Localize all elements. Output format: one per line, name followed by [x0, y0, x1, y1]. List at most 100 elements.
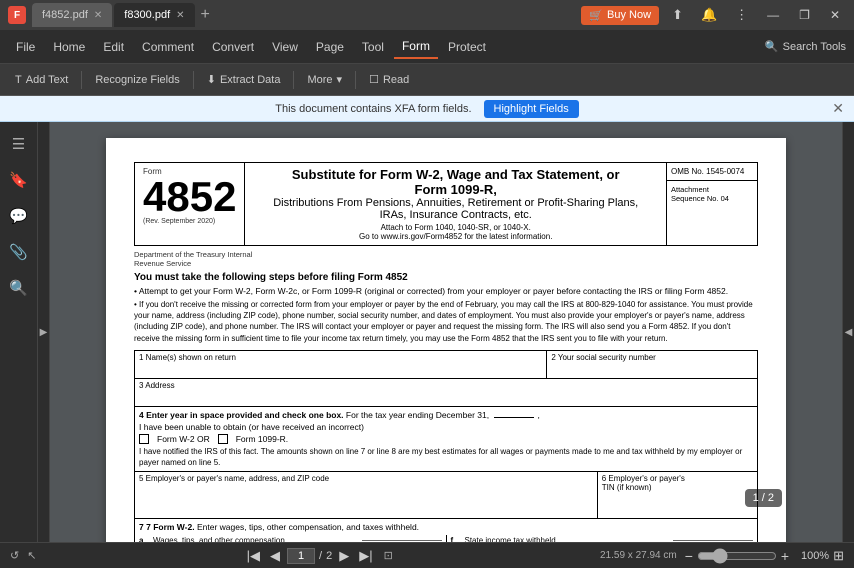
field-row-5-6: 5 Employer's or payer's name, address, a… [134, 471, 758, 519]
sidebar-icon-menu[interactable]: ☰ [7, 130, 30, 158]
add-tab-button[interactable]: + [197, 6, 214, 24]
field-6-label: 6 Employer's or payer's TIN (if known) [602, 474, 753, 492]
dept-box: Department of the Treasury Internal Reve… [134, 250, 758, 268]
chevron-left-icon: ◀ [845, 327, 853, 338]
field-7-header: 7 7 Form W-2. Enter wages, tips, other c… [139, 522, 753, 532]
notification-button[interactable]: 🔔 [696, 5, 722, 25]
menu-protect[interactable]: Protect [440, 36, 494, 58]
last-page-button[interactable]: ▶| [356, 547, 375, 565]
xfa-close-button[interactable]: ✕ [832, 100, 844, 117]
sidebar-icon-attachments[interactable]: 📎 [4, 238, 33, 266]
tab-close-f4852[interactable]: ✕ [94, 10, 102, 21]
menu-bar: File Home Edit Comment Convert View Page… [0, 30, 854, 64]
field-3: 3 Address [134, 378, 758, 407]
field-3-label: 3 Address [139, 381, 753, 390]
wages-divider [446, 535, 447, 542]
more-options-button[interactable]: ⋮ [730, 5, 753, 25]
field-7-label: 7 Form W-2. [146, 522, 194, 532]
form-header: Form 4852 (Rev. September 2020) Substitu… [134, 162, 758, 246]
page-separator: / [319, 550, 322, 562]
check-row: Form W-2 OR Form 1099-R. [139, 434, 753, 444]
title-bar: F f4852.pdf ✕ f8300.pdf ✕ + 🛒 Buy Now ⬆ … [0, 0, 854, 30]
wage-f-letter: f [451, 536, 461, 542]
attach-to: Attach to Form 1040, 1040-SR, or 1040-X. [255, 223, 656, 232]
extract-data-button[interactable]: ⬇ Extract Data [200, 70, 288, 89]
close-button[interactable]: ✕ [824, 6, 846, 24]
field-3-input [139, 390, 753, 404]
highlight-fields-button[interactable]: Highlight Fields [484, 100, 579, 118]
gov-url: Go to www.irs.gov/Form4852 for the lates… [255, 232, 656, 241]
menu-convert[interactable]: Convert [204, 36, 262, 58]
total-pages: 2 [326, 550, 332, 562]
field-5-label: 5 Employer's or payer's name, address, a… [139, 474, 593, 483]
zoom-slider[interactable] [697, 548, 777, 564]
zoom-controls: − + 100% ⊞ [685, 548, 844, 564]
tab-bar: f4852.pdf ✕ f8300.pdf ✕ + [32, 3, 575, 27]
zoom-out-button[interactable]: − [685, 548, 693, 564]
zoom-in-button[interactable]: + [781, 548, 789, 564]
instructions-heading: You must take the following steps before… [134, 272, 758, 283]
checkbox-icon: ☐ [369, 73, 379, 86]
sidebar-icon-comments[interactable]: 💬 [4, 202, 33, 230]
rotate-left-icon[interactable]: ↺ [10, 549, 19, 562]
bullet-2: • If you don't receive the missing or co… [134, 299, 758, 344]
maximize-button[interactable]: ❐ [793, 6, 816, 24]
menu-home[interactable]: Home [45, 36, 93, 58]
cursor-icon[interactable]: ↖ [27, 549, 36, 562]
form-title-2: Form 1099-R, [255, 182, 656, 197]
menu-tool[interactable]: Tool [354, 36, 392, 58]
menu-view[interactable]: View [264, 36, 306, 58]
form-title-box: Substitute for Form W-2, Wage and Tax St… [245, 163, 667, 245]
page-badge: 1 / 2 [745, 489, 782, 507]
wage-a-label: Wages, tips, and other compensation [149, 536, 362, 542]
first-page-button[interactable]: |◀ [244, 547, 263, 565]
checkbox-1099[interactable] [218, 434, 228, 444]
tab-close-f8300[interactable]: ✕ [176, 10, 184, 21]
more-button[interactable]: More ▾ [300, 70, 349, 89]
wage-a-letter: a [139, 536, 149, 542]
menu-form[interactable]: Form [394, 35, 438, 59]
field-4-label: 4 Enter year in space provided and check… [139, 410, 344, 420]
wage-f-input [673, 540, 753, 541]
pdf-area[interactable]: Form 4852 (Rev. September 2020) Substitu… [50, 122, 842, 542]
toolbar-separator-2 [193, 71, 194, 89]
bottom-bar: ↺ ↖ |◀ ◀ / 2 ▶ ▶| ⊡ 21.59 x 27.94 cm − +… [0, 542, 854, 568]
file-info: 21.59 x 27.94 cm [600, 550, 677, 561]
recognize-fields-button[interactable]: Recognize Fields [88, 71, 186, 89]
fit-page-icon[interactable]: ⊡ [384, 549, 393, 562]
pdf-page: Form 4852 (Rev. September 2020) Substitu… [106, 138, 786, 542]
sidebar-icon-bookmarks[interactable]: 🔖 [4, 166, 33, 194]
fit-window-button[interactable]: ⊞ [833, 548, 844, 564]
menu-edit[interactable]: Edit [95, 36, 132, 58]
field-row-1-2: 1 Name(s) shown on return 2 Your social … [134, 350, 758, 379]
minimize-button[interactable]: — [761, 6, 785, 24]
add-text-button[interactable]: T Add Text [8, 71, 75, 89]
buy-now-button[interactable]: 🛒 Buy Now [581, 6, 659, 25]
field-4-note: I have notified the IRS of this fact. Th… [139, 446, 753, 468]
menu-comment[interactable]: Comment [134, 36, 202, 58]
checkbox-w2[interactable] [139, 434, 149, 444]
prev-page-button[interactable]: ◀ [267, 547, 283, 565]
field-4-sub: I have been unable to obtain (or have re… [139, 422, 753, 432]
field-6: 6 Employer's or payer's TIN (if known) [598, 472, 757, 518]
field-4: 4 Enter year in space provided and check… [134, 406, 758, 472]
check-1099-label: Form 1099-R. [236, 434, 288, 444]
tab-f8300[interactable]: f8300.pdf ✕ [114, 3, 194, 27]
tab-f4852[interactable]: f4852.pdf ✕ [32, 3, 112, 27]
main-content: ☰ 🔖 💬 📎 🔍 ▶ Form 4852 (Rev. September 20… [0, 122, 854, 542]
sidebar-collapse-right[interactable]: ◀ [842, 122, 854, 542]
field-5: 5 Employer's or payer's name, address, a… [135, 472, 598, 518]
sidebar-icon-search[interactable]: 🔍 [4, 274, 33, 302]
toolbar: T Add Text Recognize Fields ⬇ Extract Da… [0, 64, 854, 96]
attachment-seq: Attachment Sequence No. 04 [667, 181, 757, 207]
menu-file[interactable]: File [8, 36, 43, 58]
sidebar-collapse-left[interactable]: ▶ [38, 122, 50, 542]
menu-page[interactable]: Page [308, 36, 352, 58]
read-button[interactable]: ☐ Read [362, 70, 416, 89]
zoom-level: 100% [793, 550, 829, 562]
page-number-input[interactable] [287, 548, 315, 564]
next-page-button[interactable]: ▶ [336, 547, 352, 565]
share-button[interactable]: ⬆ [667, 5, 688, 25]
field-1-label: 1 Name(s) shown on return [139, 353, 542, 362]
field-1-input [139, 362, 542, 376]
